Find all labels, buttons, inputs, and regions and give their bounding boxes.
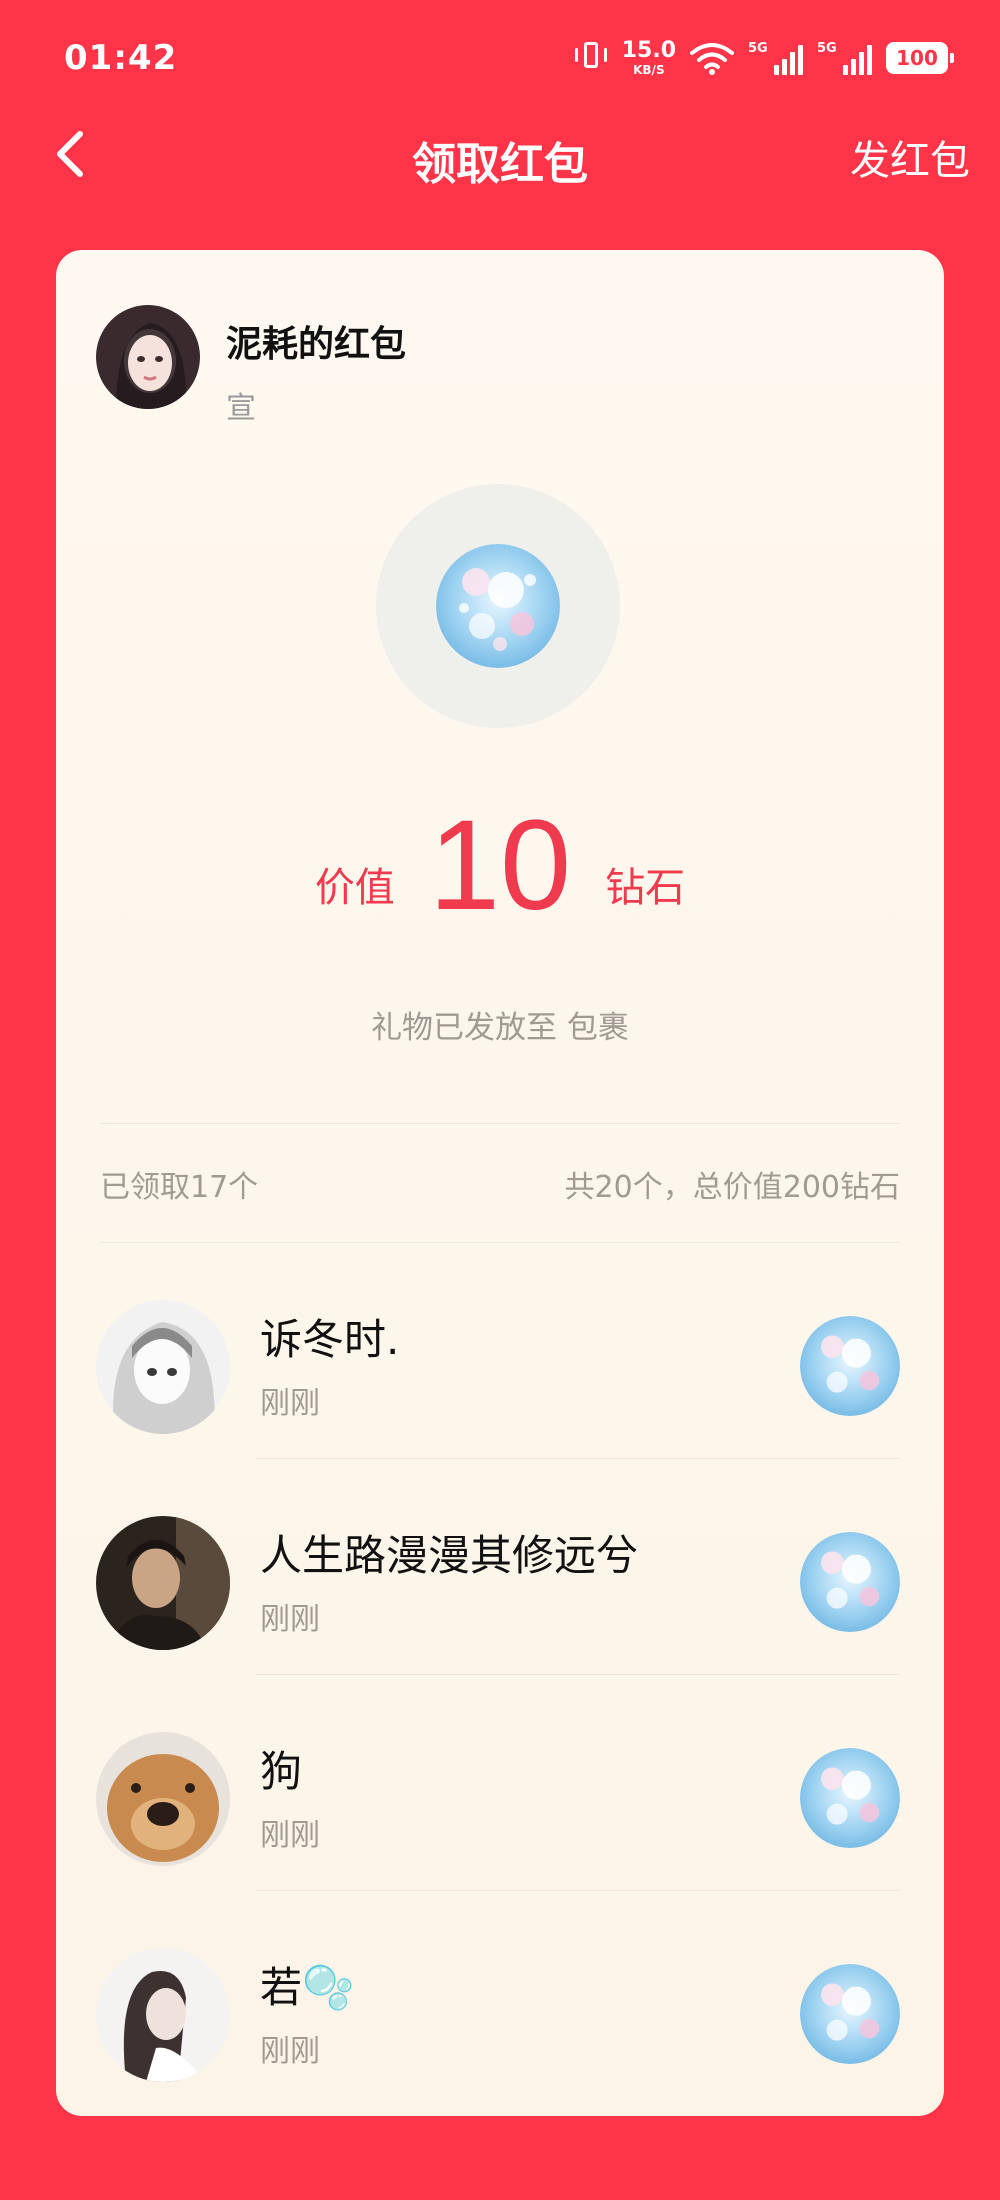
gift-bubble-icon: [800, 1316, 900, 1416]
battery-icon: 100: [886, 42, 954, 74]
value-prefix: 价值: [314, 865, 395, 911]
recipient-row[interactable]: 狗 刚刚: [56, 1692, 944, 1866]
sender-name: 泥耗的红包: [226, 324, 407, 365]
signal-icon-sim2: 5G: [817, 41, 872, 75]
recipient-avatar[interactable]: [96, 1300, 230, 1434]
send-red-packet-button[interactable]: 发红包: [850, 128, 970, 186]
value-unit: 钻石: [605, 865, 686, 911]
gift-display: [376, 484, 620, 728]
recipient-time: 刚刚: [260, 1386, 320, 1421]
row-divider: [256, 1674, 900, 1675]
network-speed-unit: KB/S: [633, 63, 665, 77]
recipient-time: 刚刚: [260, 1602, 320, 1637]
nav-bar: 领取红包 发红包: [0, 100, 1000, 210]
recipient-name: 诉冬时.: [260, 1315, 400, 1364]
recipient-row[interactable]: 若🫧 刚刚: [56, 1908, 944, 2082]
sender-info: 泥耗的红包 宣: [226, 315, 406, 427]
row-divider: [256, 1890, 900, 1891]
sender-avatar[interactable]: [96, 305, 200, 409]
recipient-time: 刚刚: [260, 1818, 320, 1853]
claim-summary: 已领取17个 共20个，总价值200钻石: [100, 1162, 900, 1206]
red-packet-card: 泥耗的红包 宣 价值 10 钻石 礼物已发放至 包裹 已领取17个 共20个，总…: [56, 250, 944, 2116]
claimed-count: 已领取17个: [100, 1170, 259, 1205]
signal-icon-sim1: 5G: [748, 41, 803, 75]
red-packet-screen: 01:42 15.0 KB/S 5G 5G 100 领取红包 发红包 泥耗的红包…: [0, 0, 1000, 2200]
recipient-avatar[interactable]: [96, 1732, 230, 1866]
value-amount: 10: [428, 793, 572, 937]
network-speed-value: 15.0: [621, 38, 676, 63]
wifi-icon: [690, 43, 734, 75]
status-icons: 15.0 KB/S 5G 5G 100: [574, 38, 954, 78]
gift-bubble-icon: [800, 1748, 900, 1848]
total-info: 共20个，总价值200钻石: [564, 1170, 900, 1205]
recipient-row[interactable]: 人生路漫漫其修远兮 刚刚: [56, 1476, 944, 1650]
divider: [100, 1242, 900, 1243]
recipient-name: 若🫧: [260, 1963, 355, 2012]
recipient-avatar[interactable]: [96, 1948, 230, 2082]
gift-bubble-icon: [436, 544, 560, 668]
row-divider: [256, 1458, 900, 1459]
status-time: 01:42: [64, 38, 178, 78]
sender-subtitle: 宣: [226, 391, 256, 426]
value-row: 价值 10 钻石: [56, 794, 944, 937]
recipient-time: 刚刚: [260, 2034, 320, 2069]
recipient-name: 人生路漫漫其修远兮: [260, 1531, 639, 1580]
recipient-row[interactable]: 诉冬时. 刚刚: [56, 1260, 944, 1434]
status-bar: 01:42 15.0 KB/S 5G 5G 100: [0, 0, 1000, 100]
recipient-name: 狗: [260, 1747, 303, 1796]
signal-label-sim2: 5G: [817, 41, 837, 56]
divider: [100, 1123, 900, 1124]
vibrate-icon: [574, 38, 608, 78]
gift-bubble-icon: [800, 1964, 900, 2064]
recipient-avatar[interactable]: [96, 1516, 230, 1650]
delivery-note: 礼物已发放至 包裹: [371, 1010, 629, 1046]
gift-bubble-icon: [800, 1532, 900, 1632]
network-speed: 15.0 KB/S: [621, 38, 676, 77]
signal-label-sim1: 5G: [748, 41, 768, 56]
sender-header: 泥耗的红包 宣: [96, 305, 406, 427]
